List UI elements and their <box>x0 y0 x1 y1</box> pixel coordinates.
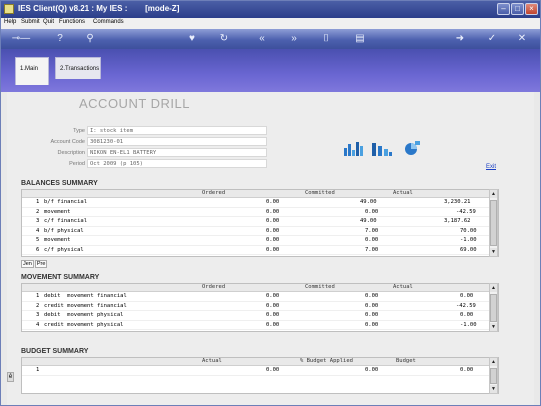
table-row[interactable]: 1 debit movement financial 0.00 0.00 0.00 <box>22 292 498 302</box>
menu-commands[interactable]: Commands <box>93 19 124 25</box>
balances-table: Ordered Committed Actual 1 b/f financial 0… <box>21 189 499 257</box>
scroll-down-icon[interactable]: ▼ <box>490 385 497 393</box>
table-row[interactable]: 1 b/f financial 0.00 49.00 3,230.21 <box>22 198 498 208</box>
type-label: Type <box>73 128 85 134</box>
description-label: Description <box>57 150 85 156</box>
period-label: Period <box>69 161 85 167</box>
key-icon[interactable]: ⊸— <box>9 32 33 46</box>
period-field[interactable]: Oct 2009 (p 105) <box>87 159 267 168</box>
table-row[interactable]: 3 c/f financial 0.00 49.00 3,187.62 <box>22 217 498 227</box>
col-actual: Actual <box>202 358 222 364</box>
menu-functions[interactable]: Functions <box>59 19 85 25</box>
type-field[interactable]: I: stock item <box>87 126 267 135</box>
col-budget-applied: % Budget Applied <box>300 358 353 364</box>
scroll-thumb[interactable] <box>490 294 497 322</box>
column-chart-icon[interactable] <box>371 140 393 156</box>
window-title: IES Client(Q) v8.21 : My IES : [mode-Z] <box>18 4 180 13</box>
pager-pre-button[interactable]: Pre <box>34 260 48 268</box>
menu-bar: Help Submit Quit Functions Commands <box>1 18 540 29</box>
menu-help[interactable]: Help <box>4 19 16 25</box>
pie-chart-icon[interactable] <box>401 140 423 156</box>
balances-pager: Jen Pre <box>21 260 48 268</box>
bookmark-icon[interactable]: ⌷ <box>319 32 333 46</box>
budget-scrollbar[interactable]: ▲ ▼ <box>489 357 498 394</box>
page-title: ACCOUNT DRILL <box>79 96 191 111</box>
scroll-up-icon[interactable]: ▲ <box>490 358 497 366</box>
col-ordered: Ordered <box>202 284 226 290</box>
col-ordered: Ordered <box>202 190 226 196</box>
table-row[interactable]: 4 b/f physical 0.00 7.00 70.00 <box>22 227 498 236</box>
refresh-icon[interactable]: ↻ <box>217 32 231 46</box>
col-budget: Budget <box>396 358 416 364</box>
table-row[interactable]: 4 credit movement physical 0.00 0.00 -1.00 <box>22 321 498 330</box>
scroll-up-icon[interactable]: ▲ <box>490 284 497 292</box>
main-content: ACCOUNT DRILL Type I: stock item Account… <box>7 92 534 405</box>
col-committed: Committed <box>305 284 335 290</box>
check-icon[interactable]: ✓ <box>485 32 499 46</box>
tab-transactions[interactable]: 2.Transactions <box>55 57 101 79</box>
close-button[interactable]: × <box>525 3 538 15</box>
movement-table: Ordered Committed Actual 1 debit movement… <box>21 283 499 332</box>
movement-header: Ordered Committed Actual <box>22 284 498 292</box>
help-icon[interactable]: ? <box>53 32 67 46</box>
app-window: IES Client(Q) v8.21 : My IES : [mode-Z] … <box>0 0 541 406</box>
tab-main[interactable]: 1.Main <box>15 57 49 85</box>
table-row[interactable]: 2 credit movement financial 0.00 0.00 -42.59 <box>22 302 498 311</box>
maximize-button[interactable]: □ <box>511 3 524 15</box>
clipboard-icon[interactable]: ▤ <box>353 32 367 46</box>
maximize-icon: □ <box>515 4 520 13</box>
movement-scrollbar[interactable]: ▲ ▼ <box>489 283 498 332</box>
menu-submit[interactable]: Submit <box>21 19 40 25</box>
cancel-icon[interactable]: ✕ <box>515 32 529 46</box>
tab-strip: 1.Main 2.Transactions <box>1 49 540 92</box>
budget-table: Actual % Budget Applied Budget 1 0.00 0.00… <box>21 357 499 394</box>
toolbar: ⊸— ? ⚲ ♥ ↻ « » ⌷ ▤ ➜ ✓ ✕ <box>1 29 540 49</box>
table-row[interactable]: 5 movement 0.00 0.00 -1.00 <box>22 236 498 246</box>
table-row[interactable]: 6 c/f physical 0.00 7.00 69.00 <box>22 246 498 255</box>
bar-chart-icon[interactable] <box>343 140 365 156</box>
budget-title: BUDGET SUMMARY <box>21 348 89 355</box>
fast-forward-icon[interactable]: » <box>287 32 301 46</box>
table-row[interactable]: 2 movement 0.00 0.00 -42.59 <box>22 208 498 217</box>
col-committed: Committed <box>305 190 335 196</box>
table-row[interactable]: 1 0.00 0.00 0.00 <box>22 366 498 376</box>
menu-quit[interactable]: Quit <box>43 19 54 25</box>
minimize-button[interactable]: – <box>497 3 510 15</box>
minimize-icon: – <box>501 4 506 13</box>
heart-icon[interactable]: ♥ <box>185 32 199 46</box>
balances-header: Ordered Committed Actual <box>22 190 498 198</box>
scroll-thumb[interactable] <box>490 200 497 246</box>
table-row[interactable]: 3 debit movement physical 0.00 0.00 0.00 <box>22 311 498 321</box>
col-actual: Actual <box>393 190 413 196</box>
account-code-label: Account Code <box>50 139 85 145</box>
scroll-down-icon[interactable]: ▼ <box>490 323 497 331</box>
rewind-icon[interactable]: « <box>255 32 269 46</box>
description-field[interactable]: NIKON EN-EL1 BATTERY <box>87 148 267 157</box>
scroll-down-icon[interactable]: ▼ <box>490 248 497 256</box>
forward-icon[interactable]: ➜ <box>453 32 467 46</box>
col-actual: Actual <box>393 284 413 290</box>
title-bar: IES Client(Q) v8.21 : My IES : [mode-Z] … <box>1 1 540 18</box>
balances-scrollbar[interactable]: ▲ ▼ <box>489 189 498 257</box>
movement-title: MOVEMENT SUMMARY <box>21 274 100 281</box>
scroll-up-icon[interactable]: ▲ <box>490 190 497 198</box>
account-code-field[interactable]: 3081230-01 <box>87 137 267 146</box>
close-icon: × <box>529 4 534 13</box>
exit-link[interactable]: Exit <box>486 164 496 170</box>
balances-title: BALANCES SUMMARY <box>21 180 98 187</box>
search-icon[interactable]: ⚲ <box>83 32 97 46</box>
budget-side-icon[interactable]: ê <box>7 372 14 382</box>
pager-jen-button[interactable]: Jen <box>21 260 34 268</box>
scroll-thumb[interactable] <box>490 368 497 384</box>
app-icon <box>4 4 14 14</box>
budget-header: Actual % Budget Applied Budget <box>22 358 498 366</box>
